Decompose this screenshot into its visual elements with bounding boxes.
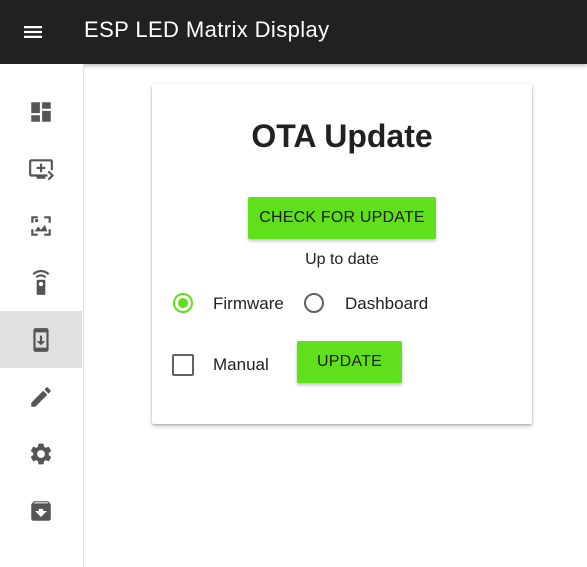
system-update-icon bbox=[33, 327, 49, 352]
add-to-display-icon bbox=[29, 158, 54, 180]
manual-checkbox-label: Manual bbox=[213, 355, 269, 374]
manual-checkbox[interactable] bbox=[172, 354, 194, 376]
hamburger-menu-icon bbox=[24, 26, 42, 38]
gear-icon bbox=[30, 443, 52, 464]
nav-drawer bbox=[0, 64, 84, 567]
card-title: OTA Update bbox=[251, 118, 433, 154]
update-button[interactable]: UPDATE bbox=[297, 341, 402, 383]
app-title: ESP LED Matrix Display bbox=[84, 17, 330, 42]
dashboard-icon bbox=[31, 101, 51, 122]
app-bar: ESP LED Matrix Display bbox=[0, 0, 587, 64]
nav-item-archive[interactable] bbox=[0, 482, 82, 539]
archive-icon bbox=[31, 500, 51, 521]
nav-item-dashboard[interactable] bbox=[0, 83, 82, 140]
update-status-text: Up to date bbox=[305, 251, 379, 268]
firmware-radio-label: Firmware bbox=[213, 294, 284, 313]
nav-item-settings[interactable] bbox=[0, 425, 82, 482]
nav-item-remote[interactable] bbox=[0, 254, 82, 311]
nav-item-system-update[interactable] bbox=[0, 311, 82, 368]
nav-item-edit[interactable] bbox=[0, 368, 82, 425]
check-for-update-button[interactable]: CHECK FOR UPDATE bbox=[248, 197, 436, 239]
pencil-icon bbox=[31, 386, 51, 407]
dashboard-radio-label: Dashboard bbox=[345, 294, 429, 313]
remote-icon bbox=[32, 269, 50, 295]
menu-button[interactable] bbox=[17, 16, 49, 48]
nav-item-image[interactable] bbox=[0, 197, 82, 254]
ota-update-card: OTA Update CHECK FOR UPDATE Up to date F… bbox=[152, 84, 532, 424]
dashboard-radio[interactable] bbox=[304, 293, 324, 313]
nav-item-add-to-display[interactable] bbox=[0, 140, 82, 197]
image-icon bbox=[31, 215, 51, 236]
firmware-radio[interactable] bbox=[173, 293, 193, 313]
